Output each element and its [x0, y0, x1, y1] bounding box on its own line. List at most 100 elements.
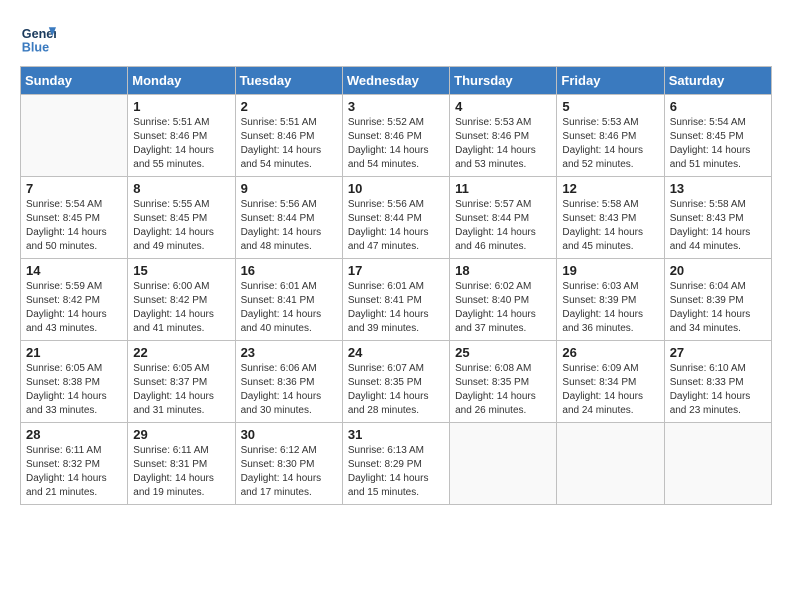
calendar-cell: 6 Sunrise: 5:54 AMSunset: 8:45 PMDayligh… — [664, 95, 771, 177]
calendar-cell: 3 Sunrise: 5:52 AMSunset: 8:46 PMDayligh… — [342, 95, 449, 177]
day-info: Sunrise: 5:56 AMSunset: 8:44 PMDaylight:… — [348, 198, 444, 254]
day-info: Sunrise: 5:55 AMSunset: 8:45 PMDaylight:… — [133, 198, 229, 254]
calendar-cell: 13 Sunrise: 5:58 AMSunset: 8:43 PMDaylig… — [664, 177, 771, 259]
day-number: 13 — [670, 181, 766, 196]
day-number: 19 — [562, 263, 658, 278]
calendar-cell: 8 Sunrise: 5:55 AMSunset: 8:45 PMDayligh… — [128, 177, 235, 259]
calendar-week-5: 28 Sunrise: 6:11 AMSunset: 8:32 PMDaylig… — [21, 423, 772, 505]
day-number: 4 — [455, 99, 551, 114]
day-info: Sunrise: 5:53 AMSunset: 8:46 PMDaylight:… — [562, 116, 658, 172]
calendar-cell: 1 Sunrise: 5:51 AMSunset: 8:46 PMDayligh… — [128, 95, 235, 177]
day-number: 14 — [26, 263, 122, 278]
day-number: 17 — [348, 263, 444, 278]
day-number: 18 — [455, 263, 551, 278]
day-info: Sunrise: 6:08 AMSunset: 8:35 PMDaylight:… — [455, 362, 551, 418]
calendar-cell: 14 Sunrise: 5:59 AMSunset: 8:42 PMDaylig… — [21, 259, 128, 341]
day-number: 6 — [670, 99, 766, 114]
calendar-cell: 10 Sunrise: 5:56 AMSunset: 8:44 PMDaylig… — [342, 177, 449, 259]
calendar-cell: 19 Sunrise: 6:03 AMSunset: 8:39 PMDaylig… — [557, 259, 664, 341]
day-number: 16 — [241, 263, 337, 278]
calendar-cell: 7 Sunrise: 5:54 AMSunset: 8:45 PMDayligh… — [21, 177, 128, 259]
day-info: Sunrise: 5:57 AMSunset: 8:44 PMDaylight:… — [455, 198, 551, 254]
calendar-header-tuesday: Tuesday — [235, 67, 342, 95]
calendar-cell: 17 Sunrise: 6:01 AMSunset: 8:41 PMDaylig… — [342, 259, 449, 341]
day-number: 30 — [241, 427, 337, 442]
day-info: Sunrise: 5:53 AMSunset: 8:46 PMDaylight:… — [455, 116, 551, 172]
calendar-cell — [450, 423, 557, 505]
calendar-cell: 30 Sunrise: 6:12 AMSunset: 8:30 PMDaylig… — [235, 423, 342, 505]
logo-icon: General Blue — [20, 20, 56, 56]
header: General Blue — [20, 20, 772, 56]
day-info: Sunrise: 5:54 AMSunset: 8:45 PMDaylight:… — [26, 198, 122, 254]
calendar-cell: 31 Sunrise: 6:13 AMSunset: 8:29 PMDaylig… — [342, 423, 449, 505]
day-info: Sunrise: 5:51 AMSunset: 8:46 PMDaylight:… — [133, 116, 229, 172]
calendar-cell: 24 Sunrise: 6:07 AMSunset: 8:35 PMDaylig… — [342, 341, 449, 423]
day-number: 25 — [455, 345, 551, 360]
calendar-header-sunday: Sunday — [21, 67, 128, 95]
calendar-table: SundayMondayTuesdayWednesdayThursdayFrid… — [20, 66, 772, 505]
calendar-cell: 23 Sunrise: 6:06 AMSunset: 8:36 PMDaylig… — [235, 341, 342, 423]
day-number: 26 — [562, 345, 658, 360]
day-info: Sunrise: 5:51 AMSunset: 8:46 PMDaylight:… — [241, 116, 337, 172]
calendar-cell: 29 Sunrise: 6:11 AMSunset: 8:31 PMDaylig… — [128, 423, 235, 505]
day-number: 10 — [348, 181, 444, 196]
day-number: 31 — [348, 427, 444, 442]
day-info: Sunrise: 6:01 AMSunset: 8:41 PMDaylight:… — [348, 280, 444, 336]
day-info: Sunrise: 6:12 AMSunset: 8:30 PMDaylight:… — [241, 444, 337, 500]
day-number: 11 — [455, 181, 551, 196]
day-info: Sunrise: 6:09 AMSunset: 8:34 PMDaylight:… — [562, 362, 658, 418]
day-info: Sunrise: 6:11 AMSunset: 8:32 PMDaylight:… — [26, 444, 122, 500]
calendar-header-monday: Monday — [128, 67, 235, 95]
day-info: Sunrise: 6:10 AMSunset: 8:33 PMDaylight:… — [670, 362, 766, 418]
calendar-header-thursday: Thursday — [450, 67, 557, 95]
day-number: 8 — [133, 181, 229, 196]
day-info: Sunrise: 5:58 AMSunset: 8:43 PMDaylight:… — [670, 198, 766, 254]
calendar-cell: 20 Sunrise: 6:04 AMSunset: 8:39 PMDaylig… — [664, 259, 771, 341]
calendar-cell: 25 Sunrise: 6:08 AMSunset: 8:35 PMDaylig… — [450, 341, 557, 423]
calendar-cell: 28 Sunrise: 6:11 AMSunset: 8:32 PMDaylig… — [21, 423, 128, 505]
calendar-cell: 4 Sunrise: 5:53 AMSunset: 8:46 PMDayligh… — [450, 95, 557, 177]
svg-text:Blue: Blue — [22, 41, 49, 55]
calendar-cell: 15 Sunrise: 6:00 AMSunset: 8:42 PMDaylig… — [128, 259, 235, 341]
calendar-header-friday: Friday — [557, 67, 664, 95]
day-info: Sunrise: 6:01 AMSunset: 8:41 PMDaylight:… — [241, 280, 337, 336]
day-number: 5 — [562, 99, 658, 114]
day-number: 23 — [241, 345, 337, 360]
calendar-week-4: 21 Sunrise: 6:05 AMSunset: 8:38 PMDaylig… — [21, 341, 772, 423]
day-info: Sunrise: 6:05 AMSunset: 8:37 PMDaylight:… — [133, 362, 229, 418]
calendar-cell: 26 Sunrise: 6:09 AMSunset: 8:34 PMDaylig… — [557, 341, 664, 423]
calendar-cell: 27 Sunrise: 6:10 AMSunset: 8:33 PMDaylig… — [664, 341, 771, 423]
day-info: Sunrise: 6:03 AMSunset: 8:39 PMDaylight:… — [562, 280, 658, 336]
logo: General Blue — [20, 20, 56, 56]
calendar-week-3: 14 Sunrise: 5:59 AMSunset: 8:42 PMDaylig… — [21, 259, 772, 341]
calendar-cell: 5 Sunrise: 5:53 AMSunset: 8:46 PMDayligh… — [557, 95, 664, 177]
calendar-cell: 16 Sunrise: 6:01 AMSunset: 8:41 PMDaylig… — [235, 259, 342, 341]
calendar-header-wednesday: Wednesday — [342, 67, 449, 95]
day-info: Sunrise: 5:59 AMSunset: 8:42 PMDaylight:… — [26, 280, 122, 336]
day-number: 3 — [348, 99, 444, 114]
day-info: Sunrise: 5:54 AMSunset: 8:45 PMDaylight:… — [670, 116, 766, 172]
calendar-cell: 2 Sunrise: 5:51 AMSunset: 8:46 PMDayligh… — [235, 95, 342, 177]
calendar-cell — [21, 95, 128, 177]
calendar-cell — [557, 423, 664, 505]
calendar-week-1: 1 Sunrise: 5:51 AMSunset: 8:46 PMDayligh… — [21, 95, 772, 177]
calendar-cell: 21 Sunrise: 6:05 AMSunset: 8:38 PMDaylig… — [21, 341, 128, 423]
day-number: 27 — [670, 345, 766, 360]
day-number: 28 — [26, 427, 122, 442]
calendar-cell: 9 Sunrise: 5:56 AMSunset: 8:44 PMDayligh… — [235, 177, 342, 259]
day-number: 24 — [348, 345, 444, 360]
day-number: 15 — [133, 263, 229, 278]
day-info: Sunrise: 6:04 AMSunset: 8:39 PMDaylight:… — [670, 280, 766, 336]
calendar-cell: 22 Sunrise: 6:05 AMSunset: 8:37 PMDaylig… — [128, 341, 235, 423]
day-number: 22 — [133, 345, 229, 360]
day-number: 29 — [133, 427, 229, 442]
day-info: Sunrise: 5:56 AMSunset: 8:44 PMDaylight:… — [241, 198, 337, 254]
day-number: 12 — [562, 181, 658, 196]
day-number: 9 — [241, 181, 337, 196]
calendar-cell — [664, 423, 771, 505]
day-info: Sunrise: 6:13 AMSunset: 8:29 PMDaylight:… — [348, 444, 444, 500]
day-number: 1 — [133, 99, 229, 114]
calendar-week-2: 7 Sunrise: 5:54 AMSunset: 8:45 PMDayligh… — [21, 177, 772, 259]
calendar-cell: 12 Sunrise: 5:58 AMSunset: 8:43 PMDaylig… — [557, 177, 664, 259]
day-number: 20 — [670, 263, 766, 278]
